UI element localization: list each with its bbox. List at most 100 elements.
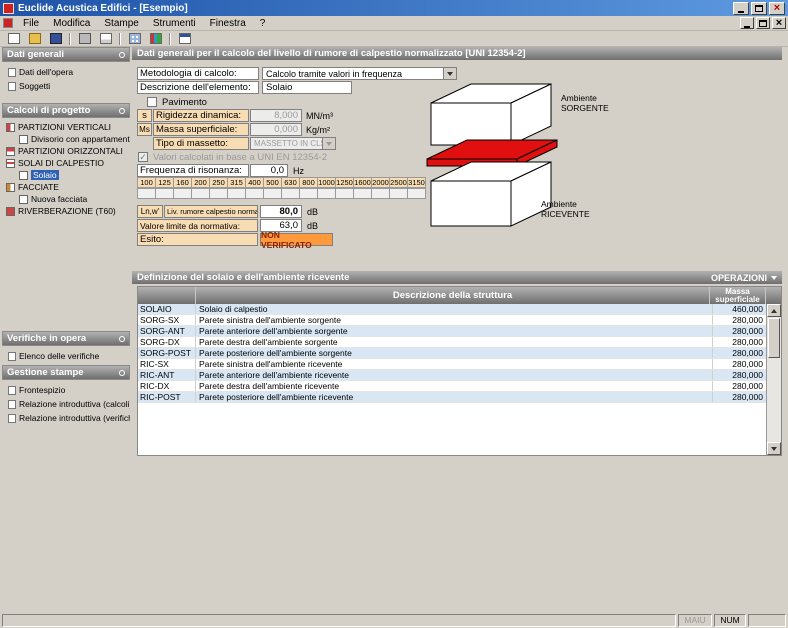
mdi-minimize-button[interactable] <box>740 17 754 29</box>
row-description: Solaio di calpestio <box>196 304 713 314</box>
frequency-value-cell[interactable] <box>317 188 336 199</box>
panel-header-calcoli[interactable]: Calcoli di progetto <box>2 103 130 118</box>
frequency-value-cell[interactable] <box>263 188 282 199</box>
tree-item[interactable]: Divisorio con appartamento <box>2 133 130 145</box>
lnw-label: Liv. rumore calpestio normalizzato: <box>164 205 258 218</box>
frequency-value-cell[interactable] <box>281 188 300 199</box>
scroll-up-button[interactable] <box>767 304 781 317</box>
frequency-value-cell[interactable] <box>371 188 390 199</box>
new-button[interactable] <box>3 31 24 46</box>
limite-label: Valore limite da normativa: <box>137 219 258 232</box>
pavimento-checkbox[interactable] <box>147 97 157 107</box>
stampe-item[interactable]: Frontespizio <box>2 383 130 397</box>
frequenza-input[interactable]: 0,0 <box>250 164 288 177</box>
chevron-down-icon[interactable] <box>443 68 456 79</box>
tree-item[interactable]: PARTIZIONI VERTICALI <box>2 121 130 133</box>
pin-icon[interactable] <box>119 108 125 114</box>
pin-icon[interactable] <box>119 370 125 376</box>
close-button[interactable]: × <box>769 2 785 15</box>
minimize-icon <box>744 26 750 28</box>
panel-header-dati-generali[interactable]: Dati generali <box>2 47 130 62</box>
metodologia-select[interactable]: Calcolo tramite valori in frequenza <box>262 67 457 80</box>
row-mass: 280,000 <box>713 315 766 325</box>
tree-item[interactable]: PARTIZIONI ORIZZONTALI <box>2 145 130 157</box>
panel-header-stampe[interactable]: Gestione stampe <box>2 365 130 380</box>
table-row[interactable]: RIC-DXParete destra dell'ambiente riceve… <box>138 381 781 392</box>
table-row[interactable]: SORG-POSTParete posteriore dell'ambiente… <box>138 348 781 359</box>
table-button[interactable] <box>124 31 145 46</box>
stampe-item[interactable]: Relazione introduttiva (calcoli) <box>2 397 130 411</box>
preview-button[interactable] <box>95 31 116 46</box>
esito-label: Esito: <box>137 233 258 246</box>
menu-stampe[interactable]: Stampe <box>97 16 145 30</box>
row-mass: 280,000 <box>713 381 766 391</box>
frequency-value-cell[interactable] <box>209 188 228 199</box>
scrollbar-thumb[interactable] <box>768 318 780 358</box>
rigidezza-input: 8,000 <box>250 109 302 122</box>
table-header-row: Descrizione della struttura Massa superf… <box>138 287 781 304</box>
minimize-icon <box>738 11 744 13</box>
col-header-description: Descrizione della struttura <box>196 287 710 304</box>
source-room-label-line1: Ambiente <box>561 93 609 103</box>
tree-item[interactable]: Nuova facciata <box>2 193 130 205</box>
row-description: Parete destra dell'ambiente ricevente <box>196 381 713 391</box>
frequency-value-cell[interactable] <box>245 188 264 199</box>
table-row[interactable]: RIC-POSTParete posteriore dell'ambiente … <box>138 392 781 403</box>
valori-calcolati-checkbox: ✓ <box>138 152 148 162</box>
maximize-button[interactable] <box>751 2 767 15</box>
row-mass: 280,000 <box>713 348 766 358</box>
document-window-icon[interactable] <box>3 18 13 28</box>
panel-header-verifiche[interactable]: Verifiche in opera <box>2 331 130 346</box>
menu-help[interactable]: ? <box>253 16 273 30</box>
frequency-value-cell[interactable] <box>227 188 246 199</box>
open-button[interactable] <box>24 31 45 46</box>
frequency-header-cell: 800 <box>299 177 318 188</box>
frequency-value-cell[interactable] <box>173 188 192 199</box>
window-button[interactable] <box>174 31 195 46</box>
frequency-value-cell[interactable] <box>137 188 156 199</box>
reverb-icon <box>6 207 15 216</box>
table-scrollbar[interactable] <box>766 304 781 455</box>
dati-generali-item[interactable]: Dati dell'opera <box>2 65 130 79</box>
table-row[interactable]: RIC-ANTParete anteriore dell'ambiente ri… <box>138 370 781 381</box>
frequency-value-cell[interactable] <box>155 188 174 199</box>
tree-item[interactable]: SOLAI DI CALPESTIO <box>2 157 130 169</box>
frequency-header-cell: 315 <box>227 177 246 188</box>
tree-item[interactable]: RIVERBERAZIONE (T60) <box>2 205 130 217</box>
menu-strumenti[interactable]: Strumenti <box>146 16 203 30</box>
pin-icon[interactable] <box>119 52 125 58</box>
table-row[interactable]: SOLAIOSolaio di calpestio460,000 <box>138 304 781 315</box>
operations-button[interactable]: OPERAZIONI <box>711 273 777 283</box>
print-button[interactable] <box>74 31 95 46</box>
menu-modifica[interactable]: Modifica <box>46 16 97 30</box>
frequency-value-cell[interactable] <box>191 188 210 199</box>
new-icon <box>8 33 20 44</box>
pin-icon[interactable] <box>119 336 125 342</box>
menu-file[interactable]: File <box>16 16 46 30</box>
row-mass: 280,000 <box>713 326 766 336</box>
mdi-close-button[interactable]: × <box>772 17 786 29</box>
table-row[interactable]: SORG-DXParete destra dell'ambiente sorge… <box>138 337 781 348</box>
verifiche-item[interactable]: Elenco delle verifiche <box>2 349 130 363</box>
save-button[interactable] <box>45 31 66 46</box>
chart-button[interactable] <box>145 31 166 46</box>
mdi-restore-button[interactable] <box>756 17 770 29</box>
stampe-item-label: Frontespizio <box>19 385 65 395</box>
frequency-value-cell[interactable] <box>335 188 354 199</box>
table-row[interactable]: SORG-SXParete sinistra dell'ambiente sor… <box>138 315 781 326</box>
table-row[interactable]: SORG-ANTParete anteriore dell'ambiente s… <box>138 326 781 337</box>
menu-finestra[interactable]: Finestra <box>203 16 253 30</box>
dati-generali-item[interactable]: Soggetti <box>2 79 130 93</box>
row-code: SORG-SX <box>138 315 196 325</box>
frequency-value-cell[interactable] <box>353 188 372 199</box>
descrizione-input[interactable]: Solaio <box>262 81 352 94</box>
table-row[interactable]: RIC-SXParete sinistra dell'ambiente rice… <box>138 359 781 370</box>
tree-item[interactable]: Solaio <box>2 169 130 181</box>
source-room-front <box>431 103 511 145</box>
frequency-value-cell[interactable] <box>299 188 318 199</box>
tree-item[interactable]: FACCIATE <box>2 181 130 193</box>
minimize-button[interactable] <box>733 2 749 15</box>
stampe-item[interactable]: Relazione introduttiva (verifiche) <box>2 411 130 425</box>
frequency-value-cell[interactable] <box>389 188 408 199</box>
scroll-down-button[interactable] <box>767 442 781 455</box>
